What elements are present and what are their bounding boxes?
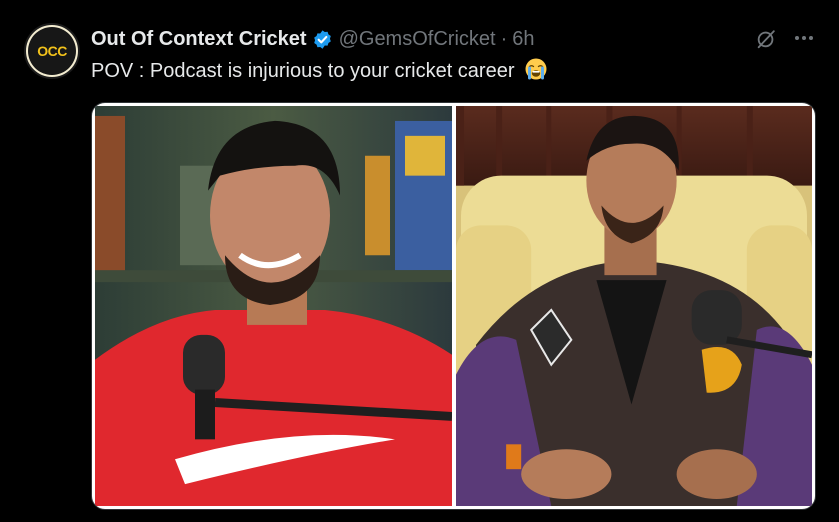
- tweet-media[interactable]: [91, 102, 816, 510]
- author-display-name[interactable]: Out Of Context Cricket: [91, 28, 307, 51]
- photo-man-varsity-jacket: [456, 106, 812, 506]
- media-photo-right[interactable]: [456, 106, 812, 506]
- more-dot: [809, 36, 813, 40]
- crying-face-emoji-icon: [525, 58, 547, 80]
- more-dot: [802, 36, 806, 40]
- tweet-header: Out Of Context Cricket @GemsOfCricket · …: [91, 26, 534, 52]
- avatar-logo-ring: OCC: [28, 27, 76, 75]
- author-avatar[interactable]: OCC: [24, 23, 80, 79]
- media-photo-left[interactable]: [95, 106, 452, 506]
- tweet-text: POV : Podcast is injurious to your crick…: [91, 56, 548, 86]
- tweet-text-content: POV : Podcast is injurious to your crick…: [91, 60, 515, 82]
- more-icon[interactable]: [792, 27, 816, 49]
- photo-man-red-shirt: [95, 106, 452, 506]
- author-handle[interactable]: @GemsOfCricket: [339, 28, 496, 51]
- more-dot: [795, 36, 799, 40]
- separator-dot: ·: [500, 27, 508, 50]
- verified-badge-icon[interactable]: [312, 29, 333, 50]
- tweet-timestamp[interactable]: 6h: [512, 28, 534, 51]
- grok-icon[interactable]: [755, 28, 777, 50]
- avatar-logo: OCC: [37, 43, 67, 59]
